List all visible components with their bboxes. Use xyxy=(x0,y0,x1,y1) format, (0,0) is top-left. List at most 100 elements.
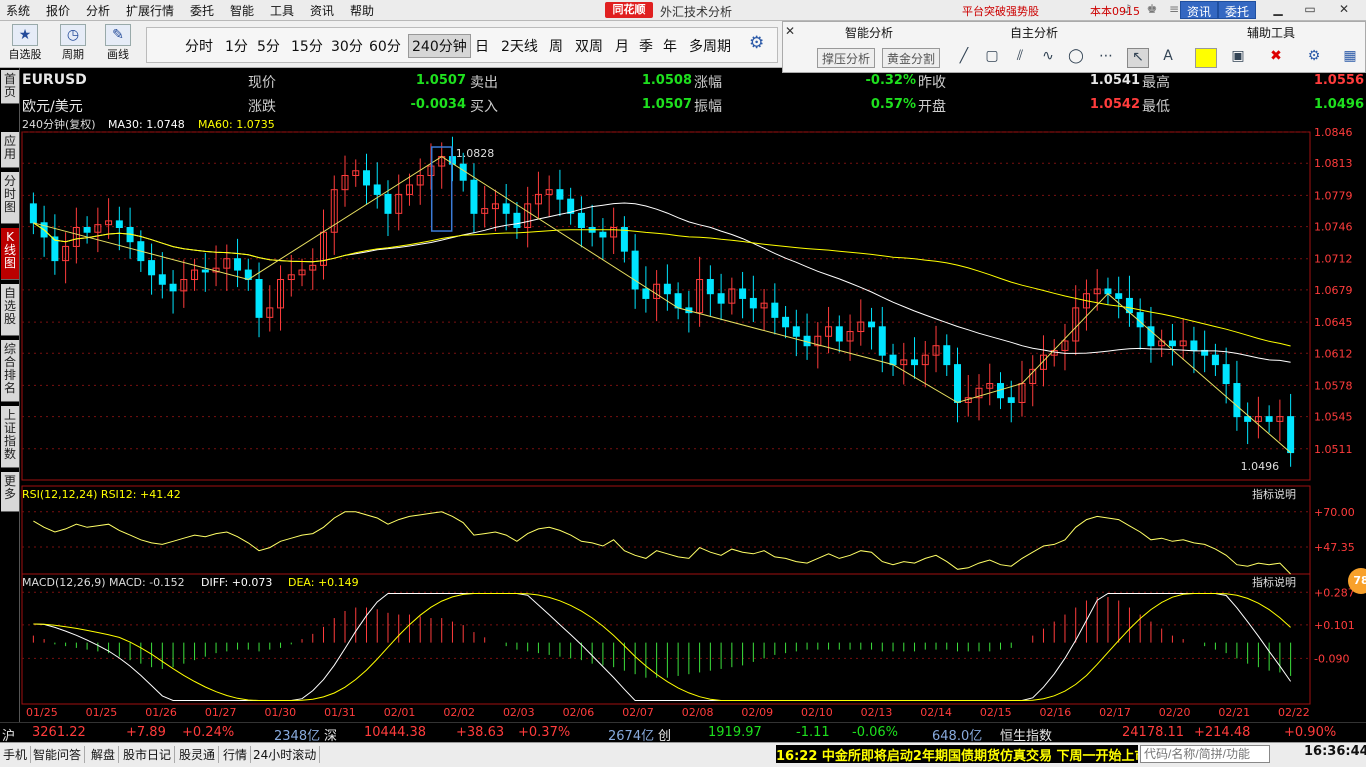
draw-label: 画线 xyxy=(107,48,129,61)
period-month[interactable]: 月 xyxy=(615,36,629,56)
sidebar-home[interactable]: 首页 xyxy=(1,70,19,104)
period-60min[interactable]: 60分 xyxy=(369,36,401,56)
candle xyxy=(835,326,843,342)
sidebar-kline[interactable]: K线图 xyxy=(1,228,19,280)
y-tick-label: 1.0679 xyxy=(1314,284,1353,297)
candle xyxy=(642,288,650,299)
minimize-icon[interactable]: ▁ xyxy=(1268,2,1288,18)
menu-trade[interactable]: 委托 xyxy=(190,2,214,19)
close-icon[interactable]: ✕ xyxy=(1334,2,1354,18)
pressure-analysis-button[interactable]: 撑压分析 xyxy=(817,48,876,68)
macd-tick-label: +0.101 xyxy=(1314,619,1355,632)
settings-icon[interactable]: ⚙ xyxy=(1303,48,1325,68)
candle xyxy=(29,203,37,224)
y-tick-label: 1.0511 xyxy=(1314,443,1353,456)
kline-chart[interactable]: 240分钟(复权) MA30: 1.0748 MA60: 1.0735 RSI(… xyxy=(20,117,1366,719)
circle-tool-icon[interactable]: ◯ xyxy=(1065,48,1087,68)
period-biweek[interactable]: 双周 xyxy=(575,36,603,56)
news-ticker[interactable]: 16:22 中金所即将启动2年期国债期货仿真交易 下周一开始上市 xyxy=(776,745,1138,763)
candle xyxy=(1222,364,1230,385)
period-1min[interactable]: 1分 xyxy=(225,36,248,56)
period-15min[interactable]: 15分 xyxy=(291,36,323,56)
candle xyxy=(1104,288,1112,295)
status-analysis[interactable]: 解盘 xyxy=(88,746,120,763)
y-tick-label: 1.0746 xyxy=(1314,221,1353,234)
macd-tick-label: -0.090 xyxy=(1314,652,1349,665)
period-30min[interactable]: 30分 xyxy=(331,36,363,56)
menu-quote[interactable]: 报价 xyxy=(46,2,70,19)
draw-button[interactable]: ✎ 画线 xyxy=(98,24,138,62)
status-quote[interactable]: 行情 xyxy=(220,746,252,763)
menu-tools[interactable]: 工具 xyxy=(270,2,294,19)
x-tick-label: 01/25 xyxy=(86,706,118,718)
close-panel-icon[interactable]: ✕ xyxy=(785,24,795,38)
gear-icon[interactable]: ⚙ xyxy=(749,33,764,53)
status-diary[interactable]: 股市日记 xyxy=(120,746,176,763)
delete-icon[interactable]: ✖ xyxy=(1265,48,1287,68)
rect-tool-icon[interactable]: ▢ xyxy=(981,48,1003,68)
cycle-button[interactable]: ◷ 周期 xyxy=(54,24,92,62)
candle xyxy=(1233,383,1241,418)
period-2day[interactable]: 2天线 xyxy=(501,36,538,56)
sidebar-intraday[interactable]: 分时图 xyxy=(1,172,19,224)
amplitude-label: 振幅 xyxy=(694,99,722,115)
cursor-icon[interactable]: ↖ xyxy=(1127,48,1149,68)
save-icon[interactable]: ▣ xyxy=(1227,48,1249,68)
period-5min[interactable]: 5分 xyxy=(257,36,280,56)
parallel-tool-icon[interactable]: ⫽ xyxy=(1009,48,1031,68)
chart-area[interactable]: 240分钟(复权) MA30: 1.0748 MA60: 1.0735 RSI(… xyxy=(20,117,1366,719)
x-tick-label: 01/27 xyxy=(205,706,237,718)
menu-help[interactable]: 帮助 xyxy=(350,2,374,19)
line-tool-icon[interactable]: ╱ xyxy=(953,48,975,68)
sh-value[interactable]: 3261.22 xyxy=(32,725,86,740)
menu-system[interactable]: 系统 xyxy=(6,2,30,19)
status-stocklink[interactable]: 股灵通 xyxy=(176,746,220,763)
macd-help-link[interactable]: 指标说明 xyxy=(1252,575,1296,589)
news-button[interactable]: 资讯 xyxy=(1180,1,1219,19)
menu-analysis[interactable]: 分析 xyxy=(86,2,110,19)
period-multi[interactable]: 多周期 xyxy=(689,36,731,56)
x-tick-label: 02/07 xyxy=(622,706,654,718)
status-qa[interactable]: 智能问答 xyxy=(30,746,86,763)
sz-value[interactable]: 10444.38 xyxy=(364,725,426,740)
status-24h[interactable]: 24小时滚动 xyxy=(250,746,321,763)
period-week[interactable]: 周 xyxy=(549,36,563,56)
candle xyxy=(878,326,886,356)
promo-link[interactable]: 平台突破强势股 xyxy=(962,3,1039,19)
period-year[interactable]: 年 xyxy=(663,36,677,56)
sidebar-self-select[interactable]: 自选股 xyxy=(1,284,19,336)
menu-extended-quote[interactable]: 扩展行情 xyxy=(126,2,174,19)
ma60-line xyxy=(33,222,1291,347)
color-swatch[interactable] xyxy=(1195,48,1217,68)
period-240min[interactable]: 240分钟 xyxy=(408,34,471,58)
wave-tool-icon[interactable]: ∿ xyxy=(1037,48,1059,68)
sidebar-ranking[interactable]: 综合排名 xyxy=(1,340,19,402)
more-tools-icon[interactable]: ⋯ xyxy=(1095,48,1117,68)
search-input[interactable] xyxy=(1140,745,1270,763)
candle xyxy=(1211,354,1219,366)
sidebar-apps[interactable]: 应用 xyxy=(1,132,19,168)
cy-value[interactable]: 1919.97 xyxy=(708,725,762,740)
bell-icon[interactable]: ♪ xyxy=(1120,2,1136,18)
sidebar-sh-index[interactable]: 上证指数 xyxy=(1,406,19,468)
period-intraday[interactable]: 分时 xyxy=(185,36,213,56)
clock-icon: ◷ xyxy=(60,24,86,46)
period-quarter[interactable]: 季 xyxy=(639,36,653,56)
x-tick-label: 01/30 xyxy=(264,706,296,718)
rsi-help-link[interactable]: 指标说明 xyxy=(1252,487,1296,501)
status-mobile[interactable]: 手机 xyxy=(0,746,32,763)
maximize-icon[interactable]: ▭ xyxy=(1300,2,1320,18)
trade-button[interactable]: 委托 xyxy=(1218,1,1257,19)
menu-smart[interactable]: 智能 xyxy=(230,2,254,19)
text-tool-icon[interactable]: A xyxy=(1157,48,1179,68)
sidebar-more[interactable]: 更多 xyxy=(1,472,19,512)
self-select-button[interactable]: ★ 自选股 xyxy=(6,24,44,62)
hs-value[interactable]: 24178.11 xyxy=(1122,725,1184,740)
period-day[interactable]: 日 xyxy=(475,36,489,56)
golden-split-button[interactable]: 黄金分割 xyxy=(882,48,941,68)
grid-icon[interactable]: ▦ xyxy=(1339,48,1361,68)
open-label: 开盘 xyxy=(918,99,946,115)
candle xyxy=(148,260,156,276)
shirt-icon[interactable]: ♚ xyxy=(1144,2,1160,18)
menu-news[interactable]: 资讯 xyxy=(310,2,334,19)
